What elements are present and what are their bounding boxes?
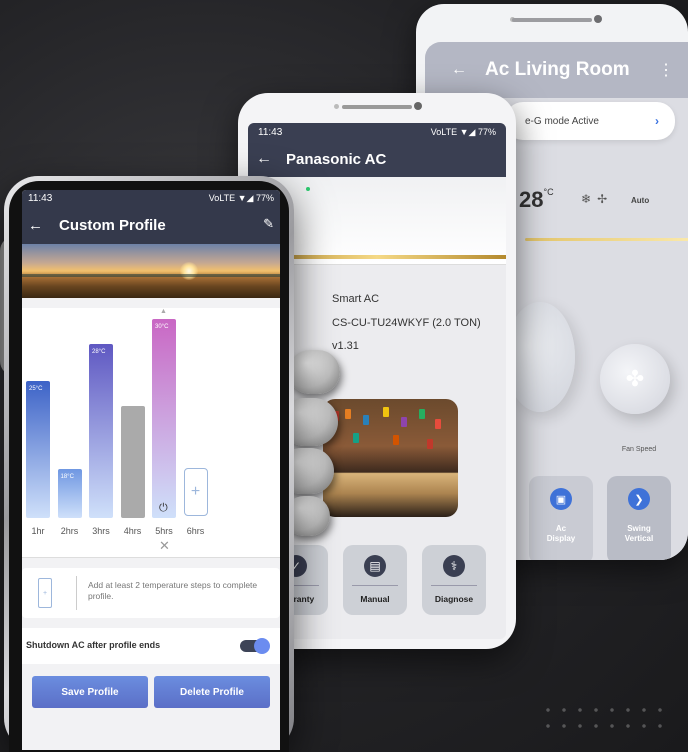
bar-temp-label: 28°C [92, 348, 106, 355]
shutdown-label: Shutdown AC after profile ends [26, 640, 161, 650]
ac-display-tile[interactable]: ▣ Ac Display [529, 476, 593, 560]
manual-icon: ▤ [364, 555, 386, 577]
back-arrow-icon[interactable]: ← [451, 61, 467, 79]
x-axis-label: 3hrs [92, 526, 110, 536]
status-time: 11:43 [258, 126, 283, 138]
phone-camera [594, 15, 602, 23]
chart-bar[interactable]: 28°C [89, 343, 113, 518]
x-axis-label: 1hr [31, 526, 45, 536]
hint-card: + Add at least 2 temperature steps to co… [22, 568, 280, 618]
phone-speaker [342, 105, 412, 109]
close-icon[interactable]: ✕ [159, 538, 170, 554]
chart-bar-placeholder[interactable] [120, 406, 145, 518]
more-options-icon[interactable]: ⋮ [658, 60, 674, 80]
phone-speaker [512, 18, 592, 22]
device-model: CS-CU-TU24WKYF (2.0 TON) [332, 317, 481, 329]
temperature-readout: 28°C [519, 187, 554, 212]
fan-mode-icons: ❄✢ [581, 192, 613, 206]
temperature-steps-chart: 25°C 1hr 18°C 2hrs 28°C 3hrs 4hrs 30°C 5hrs +6hrs… [22, 308, 280, 558]
chart-bar[interactable]: 30°C [152, 318, 176, 518]
status-time: 11:43 [28, 192, 53, 204]
increase-temp-icon[interactable]: ▲ [160, 308, 167, 315]
decorative-dots [540, 702, 670, 738]
shutdown-row: Shutdown AC after profile ends [22, 628, 280, 664]
fan-icon: ✢ [597, 192, 614, 206]
fan-icon: ✤ [625, 366, 645, 391]
swing-vertical-tile[interactable]: ❯ Swing Vertical [607, 476, 671, 560]
phone-camera [414, 102, 422, 110]
room-photo [323, 399, 458, 517]
add-step-mini-icon: + [38, 578, 52, 608]
back-arrow-icon[interactable]: ← [28, 217, 43, 234]
bar-temp-label: 30°C [155, 323, 169, 330]
back-arrow-icon[interactable]: ← [256, 150, 272, 168]
bar-temp-label: 18°C [60, 473, 74, 480]
fan-speed-button[interactable]: ✤ [600, 344, 670, 414]
page-title: Ac Living Room [485, 59, 630, 80]
status-indicators: VoLTE ▼◢ 77% [208, 192, 274, 203]
x-axis-label: 6hrs [186, 526, 205, 536]
delete-profile-button[interactable]: Delete Profile [154, 676, 270, 708]
back-app-bar: ← Ac Living Room [425, 42, 688, 98]
chart-bar[interactable]: 25°C [26, 381, 50, 518]
mode-text: e-G mode Active [525, 115, 599, 127]
phone-sensor [334, 104, 339, 109]
status-bar: 11:43 VoLTE ▼◢ 77% [22, 190, 280, 206]
power-icon[interactable]: ⏻ [159, 502, 168, 515]
page-title: Panasonic AC [286, 150, 387, 168]
manual-tile[interactable]: ▤ Manual [343, 545, 407, 615]
tile-label: Manual [360, 594, 390, 604]
bar-temp-label: 25°C [29, 386, 43, 392]
power-led [306, 187, 310, 191]
display-icon: ▣ [550, 488, 572, 510]
x-axis-label: 5hrs [155, 526, 173, 536]
tile-label: Ac Display [546, 524, 576, 544]
chart-bar[interactable]: 18°C [57, 468, 82, 518]
device-type: Smart AC [332, 293, 380, 305]
diagnose-tile[interactable]: ⚕ Diagnose [422, 545, 486, 615]
front-phone: 11:43 VoLTE ▼◢ 77% ← Custom Profile ✎ 25… [4, 176, 294, 752]
swing-icon: ❯ [628, 488, 650, 510]
fan-speed-label: Fan Speed [621, 446, 657, 453]
edit-icon[interactable]: ✎ [263, 216, 274, 232]
toggle-knob [254, 638, 270, 654]
front-screen: 11:43 VoLTE ▼◢ 77% ← Custom Profile ✎ 25… [22, 190, 280, 750]
snowflake-icon: ❄ [581, 192, 598, 206]
chevron-right-icon: › [655, 114, 659, 128]
mode-status-pill[interactable]: e-G mode Active › [505, 102, 675, 140]
app-bar: ← Panasonic AC [248, 141, 506, 177]
profile-banner-image [22, 244, 280, 298]
page-title: Custom Profile [59, 216, 166, 234]
sun [180, 262, 198, 280]
x-axis-label: 4hrs [123, 526, 142, 536]
tile-label: Swing Vertical [624, 524, 654, 544]
shutdown-toggle[interactable] [240, 638, 270, 654]
tile-label: Diagnose [434, 594, 474, 604]
status-bar: 11:43 VoLTE ▼◢ 77% [248, 123, 506, 141]
save-profile-button[interactable]: Save Profile [32, 676, 148, 708]
firmware-version: v1.31 [332, 340, 359, 352]
hint-text: Add at least 2 temperature steps to comp… [88, 580, 258, 602]
x-axis-label: 2hrs [60, 526, 79, 536]
ac-unit-highlight [525, 238, 688, 241]
add-step-button[interactable]: + [183, 468, 208, 516]
app-bar: ← Custom Profile ✎ [22, 206, 280, 244]
fan-mode-label: Auto [631, 196, 650, 205]
status-indicators: VoLTE ▼◢ 77% [430, 126, 496, 137]
diagnose-icon: ⚕ [443, 555, 465, 577]
